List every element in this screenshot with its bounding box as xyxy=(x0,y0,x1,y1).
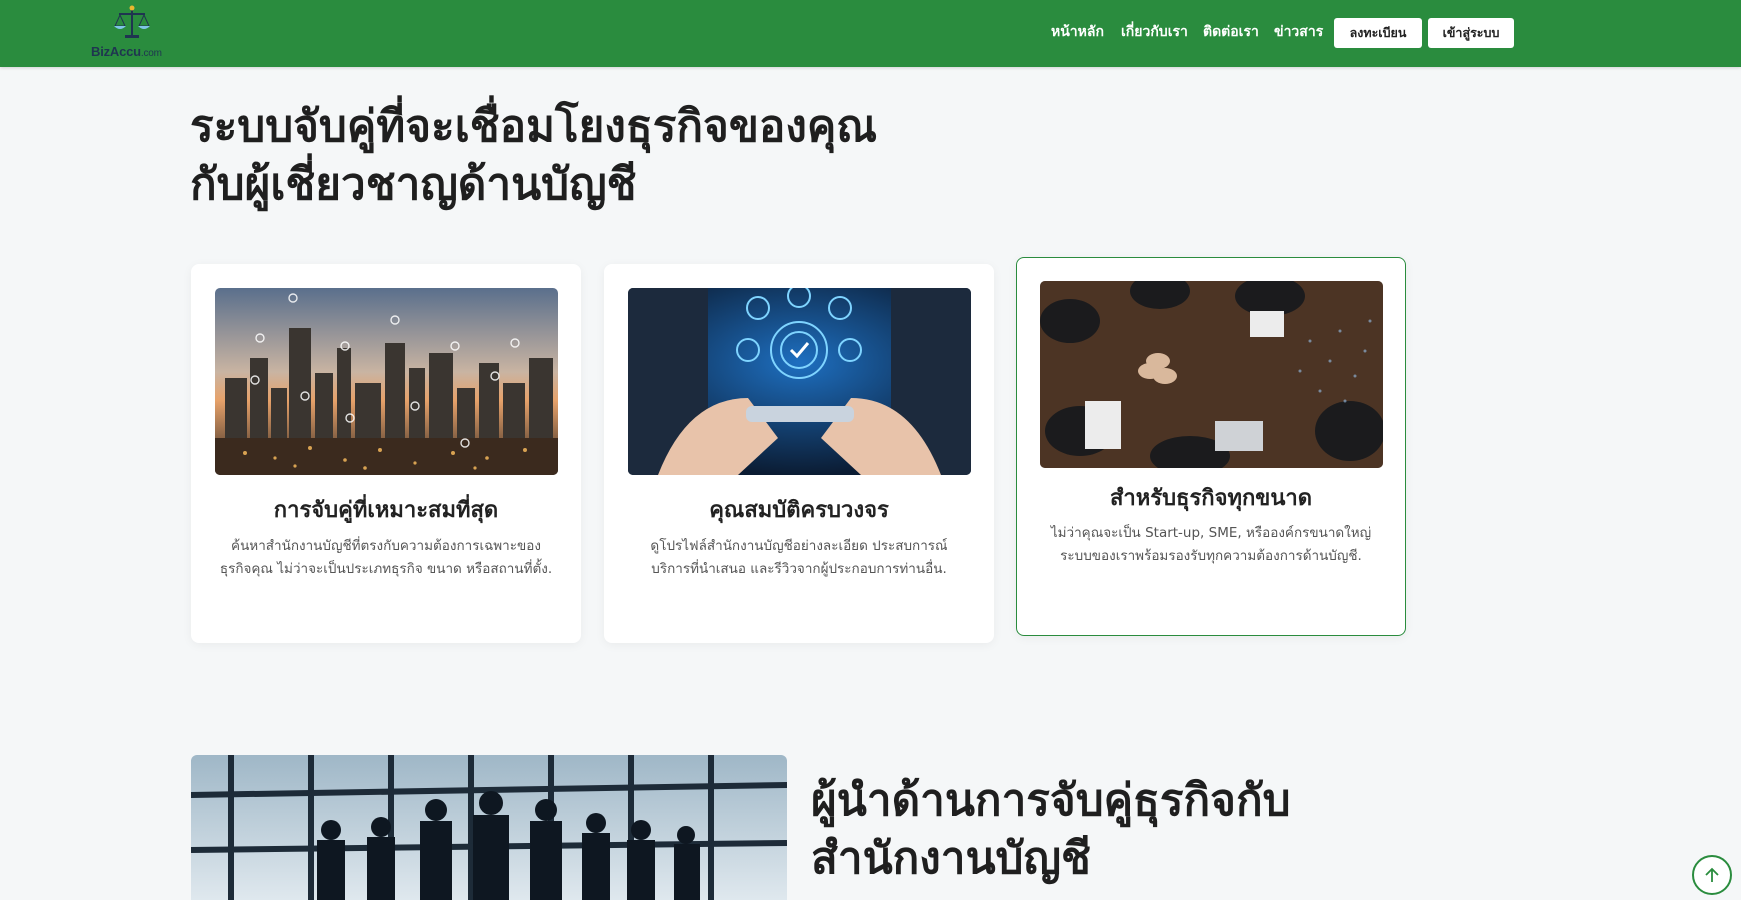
card-description: ค้นหาสำนักงานบัญชีที่ตรงกับความต้องการเฉ… xyxy=(219,538,553,577)
feature-card-matching[interactable]: การจับคู่ที่เหมาะสมที่สุด ค้นหาสำนักงานบ… xyxy=(191,264,581,643)
city-skyline-image xyxy=(215,288,558,475)
nav-about-link[interactable]: เกี่ยวกับเรา xyxy=(1121,21,1188,43)
nav-home-link[interactable]: หน้าหลัก xyxy=(1051,21,1104,43)
leader-section-title: ผู้นำด้านการจับคู่ธุรกิจกับ สำนักงานบัญช… xyxy=(811,772,1411,888)
register-button[interactable]: ลงทะเบียน xyxy=(1334,18,1422,48)
hero-title-line2: กับผู้เชี่ยวชาญด้านบัญชี xyxy=(190,159,637,210)
scroll-to-top-button[interactable] xyxy=(1692,855,1732,895)
arrow-up-icon xyxy=(1705,867,1719,882)
nav-contact-link[interactable]: ติดต่อเรา xyxy=(1203,21,1259,43)
team-silhouettes-image xyxy=(191,755,787,900)
main-nav: หน้าหลัก เกี่ยวกับเรา ติดต่อเรา ข่าวสาร … xyxy=(0,0,1741,67)
card-title: สำหรับธุรกิจทุกขนาด xyxy=(1109,486,1313,511)
team-hands-image xyxy=(1040,281,1383,468)
phone-digital-icons-image xyxy=(628,288,971,475)
leader-title-line1: ผู้นำด้านการจับคู่ธุรกิจกับ xyxy=(811,775,1291,826)
card-title: การจับคู่ที่เหมาะสมที่สุด xyxy=(273,498,499,523)
feature-card-all-sizes[interactable]: สำหรับธุรกิจทุกขนาด ไม่ว่าคุณจะเป็น Star… xyxy=(1016,257,1406,636)
card-description: ไม่ว่าคุณจะเป็น Start-up, SME, หรือองค์ก… xyxy=(1050,525,1372,564)
hero-title: ระบบจับคู่ที่จะเชื่อมโยงธุรกิจของคุณ กับ… xyxy=(190,98,1090,214)
nav-news-link[interactable]: ข่าวสาร xyxy=(1274,21,1323,43)
hero-title-line1: ระบบจับคู่ที่จะเชื่อมโยงธุรกิจของคุณ xyxy=(190,101,878,152)
card-title: คุณสมบัติครบวงจร xyxy=(709,498,889,523)
top-navbar: BizAccu.com หน้าหลัก เกี่ยวกับเรา ติดต่อ… xyxy=(0,0,1741,67)
card-description: ดูโปรไฟล์สำนักงานบัญชีอย่างละเอียด ประสบ… xyxy=(650,538,948,577)
leader-title-line2: สำนักงานบัญชี xyxy=(811,833,1091,884)
feature-card-qualifications[interactable]: คุณสมบัติครบวงจร ดูโปรไฟล์สำนักงานบัญชีอ… xyxy=(604,264,994,643)
login-button[interactable]: เข้าสู่ระบบ xyxy=(1428,18,1514,48)
